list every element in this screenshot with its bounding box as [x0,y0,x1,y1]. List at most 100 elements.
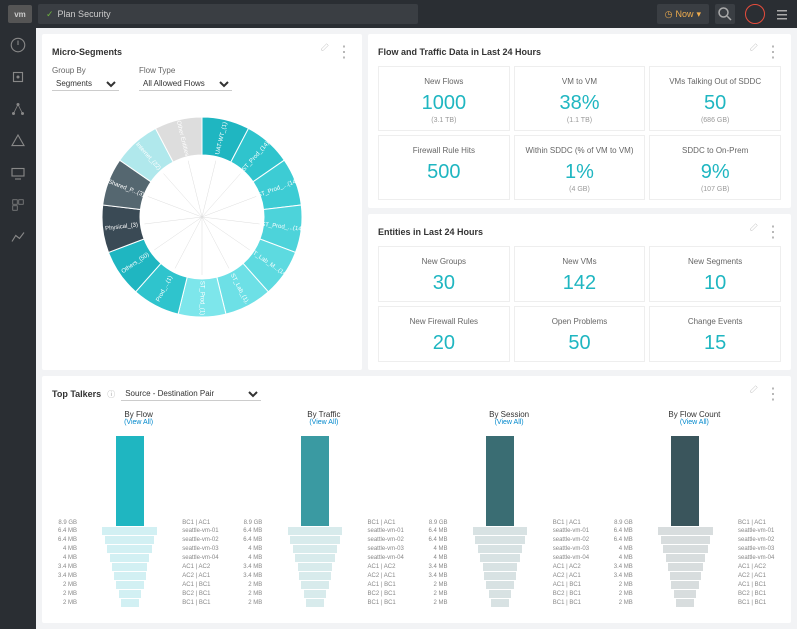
entities-card: Entities in Last 24 Hours ⋮ New Groups30… [368,214,791,370]
talker-row[interactable]: 2 MBBC1 | BC1 [608,599,781,607]
more-icon[interactable]: ⋮ [765,384,781,404]
kpi-tile[interactable]: Firewall Rule Hits500 [378,135,510,200]
kpi-tile[interactable]: Within SDDC (% of VM to VM)1%(4 GB) [514,135,646,200]
talker-row[interactable]: 4 MBseattle-vm-04 [237,554,410,562]
talker-row[interactable]: 4 MBseattle-vm-03 [52,545,225,553]
row-label: seattle-vm-02 [365,537,411,543]
talker-row[interactable]: 3.4 MBAC1 | AC2 [423,563,596,571]
kpi-tile[interactable]: VM to VM38%(1.1 TB) [514,66,646,131]
talker-row[interactable]: 3.4 MBAC1 | AC2 [52,563,225,571]
talker-row[interactable]: 4 MBseattle-vm-04 [423,554,596,562]
talker-row[interactable]: 4 MBseattle-vm-04 [608,554,781,562]
bar [298,563,333,571]
alert-icon[interactable] [9,132,27,150]
breadcrumb[interactable]: ✓ Plan Security [38,4,418,24]
talker-row[interactable]: 2 MBBC2 | BC1 [237,590,410,598]
groupby-select[interactable]: Segments [52,77,119,91]
talker-row[interactable]: 4 MBseattle-vm-03 [608,545,781,553]
kpi-tile[interactable]: Open Problems50 [514,306,646,362]
talker-row[interactable]: 2 MBBC1 | BC1 [423,599,596,607]
kpi-sub: (4 GB) [517,186,643,193]
talker-row[interactable]: 3.4 MBAC1 | AC2 [608,563,781,571]
talker-row[interactable]: 6.4 MBseattle-vm-02 [237,536,410,544]
kpi-tile[interactable]: New Groups30 [378,246,510,302]
kpi-tile[interactable]: New Firewall Rules20 [378,306,510,362]
kpi-label: Within SDDC (% of VM to VM) [517,142,643,158]
bar [663,545,708,553]
talker-row[interactable]: 2 MBAC1 | BC1 [608,581,781,589]
view-all-link[interactable]: (View All) [124,419,153,426]
kpi-tile[interactable]: New VMs142 [514,246,646,302]
pair-select[interactable]: Source - Destination Pair [121,387,261,401]
talker-row[interactable]: 8.9 GBBC1 | AC1 [423,430,596,526]
edit-icon[interactable] [749,384,759,394]
kpi-tile[interactable]: VMs Talking Out of SDDC50(686 GB) [649,66,781,131]
talker-row[interactable]: 4 MBseattle-vm-03 [423,545,596,553]
row-value: 2 MB [52,600,80,606]
user-avatar[interactable] [745,4,765,24]
talker-row[interactable]: 6.4 MBseattle-vm-02 [423,536,596,544]
kpi-tile[interactable]: SDDC to On-Prem9%(107 GB) [649,135,781,200]
kpi-label: New Groups [381,253,507,269]
talker-row[interactable]: 2 MBBC2 | BC1 [423,590,596,598]
flowtype-select[interactable]: All Allowed Flows [139,77,232,91]
talker-row[interactable]: 2 MBBC2 | BC1 [52,590,225,598]
talker-row[interactable]: 6.4 MBseattle-vm-01 [608,527,781,535]
donut-chart[interactable]: UAT-WT_(1)ST_Prod_(14)ST_Prod_...(14)ST_… [52,97,352,337]
kpi-tile[interactable]: New Segments10 [649,246,781,302]
talker-row[interactable]: 2 MBBC2 | BC1 [608,590,781,598]
menu-icon[interactable] [775,7,789,21]
talker-row[interactable]: 3.4 MBAC2 | AC1 [237,572,410,580]
talker-row[interactable]: 6.4 MBseattle-vm-02 [608,536,781,544]
monitor-icon[interactable] [9,164,27,182]
talker-row[interactable]: 6.4 MBseattle-vm-02 [52,536,225,544]
topbar: vm ✓ Plan Security ◷ Now ▾ [0,0,797,28]
view-all-link[interactable]: (View All) [495,419,524,426]
view-all-link[interactable]: (View All) [680,419,709,426]
more-icon[interactable]: ⋮ [336,42,352,62]
talker-row[interactable]: 3.4 MBAC2 | AC1 [608,572,781,580]
kpi-tile[interactable]: New Flows1000(3.1 TB) [378,66,510,131]
security-icon[interactable] [9,68,27,86]
talker-row[interactable]: 4 MBseattle-vm-03 [237,545,410,553]
view-all-link[interactable]: (View All) [309,419,338,426]
talker-row[interactable]: 2 MBAC1 | BC1 [52,581,225,589]
more-icon[interactable]: ⋮ [765,42,781,62]
talker-row[interactable]: 4 MBseattle-vm-04 [52,554,225,562]
talker-row[interactable]: 8.9 GBBC1 | AC1 [237,430,410,526]
talker-row[interactable]: 8.9 GBBC1 | AC1 [52,430,225,526]
talker-row[interactable]: 3.4 MBAC2 | AC1 [52,572,225,580]
talker-row[interactable]: 2 MBBC1 | BC1 [237,599,410,607]
row-value: 2 MB [423,591,451,597]
talker-row[interactable]: 6.4 MBseattle-vm-01 [237,527,410,535]
clock-icon: ◷ [665,9,673,20]
time-range-selector[interactable]: ◷ Now ▾ [657,4,709,24]
bar [668,563,703,571]
talker-row[interactable]: 2 MBBC1 | BC1 [52,599,225,607]
row-value: 2 MB [237,582,265,588]
settings-icon[interactable] [9,196,27,214]
more-icon[interactable]: ⋮ [765,222,781,242]
row-value: 4 MB [608,555,636,561]
talker-column: By Traffic(View All)8.9 GBBC1 | AC16.4 M… [237,410,410,608]
row-label: seattle-vm-02 [179,537,225,543]
info-icon[interactable]: ⓘ [107,389,115,400]
edit-icon[interactable] [749,222,759,232]
dashboard-icon[interactable] [9,36,27,54]
topology-icon[interactable] [9,100,27,118]
talker-row[interactable]: 8.9 GBBC1 | AC1 [608,430,781,526]
talker-row[interactable]: 6.4 MBseattle-vm-01 [52,527,225,535]
edit-icon[interactable] [320,42,330,52]
talker-row[interactable]: 3.4 MBAC1 | AC2 [237,563,410,571]
row-value: 8.9 GB [237,520,265,526]
column-title: By Flow Count [668,410,720,419]
talker-row[interactable]: 3.4 MBAC2 | AC1 [423,572,596,580]
talker-row[interactable]: 2 MBAC1 | BC1 [423,581,596,589]
talker-row[interactable]: 2 MBAC1 | BC1 [237,581,410,589]
talker-row[interactable]: 6.4 MBseattle-vm-01 [423,527,596,535]
edit-icon[interactable] [749,42,759,52]
search-button[interactable] [715,4,735,24]
row-value: 4 MB [52,546,80,552]
analytics-icon[interactable] [9,228,27,246]
kpi-tile[interactable]: Change Events15 [649,306,781,362]
